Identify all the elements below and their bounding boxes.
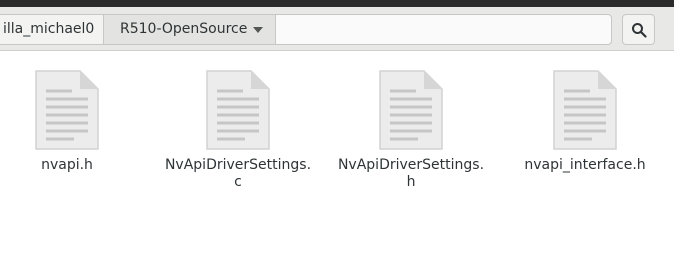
text-document-icon [206, 70, 270, 150]
file-item[interactable]: nvapi.h [0, 69, 142, 174]
file-item[interactable]: NvApiDriverSettings. c [163, 69, 313, 191]
text-document-icon [35, 70, 99, 150]
file-name: NvApiDriverSettings. c [164, 157, 312, 190]
file-name: NvApiDriverSettings. h [337, 157, 485, 190]
window-top-edge [0, 0, 674, 7]
header-bar: illa_michael0 R510-OpenSource [0, 7, 674, 51]
search-icon [632, 23, 647, 38]
text-document-icon [379, 70, 443, 150]
path-bar-empty-area[interactable] [275, 14, 612, 45]
file-name: nvapi.h [41, 157, 93, 173]
breadcrumb-current-folder[interactable]: R510-OpenSource [103, 14, 276, 45]
search-button[interactable] [622, 14, 655, 45]
chevron-down-icon[interactable] [253, 27, 263, 33]
text-document-icon [553, 70, 617, 150]
breadcrumb-label: R510-OpenSource [120, 21, 248, 37]
file-item[interactable]: nvapi_interface.h [510, 69, 660, 174]
file-item[interactable]: NvApiDriverSettings. h [336, 69, 486, 191]
breadcrumb-home-folder[interactable]: illa_michael0 [0, 14, 104, 45]
file-grid: nvapi.h NvApiDriverSettings. c NvApiDriv… [0, 51, 674, 266]
breadcrumb-label: illa_michael0 [3, 21, 95, 37]
file-name: nvapi_interface.h [524, 157, 646, 173]
